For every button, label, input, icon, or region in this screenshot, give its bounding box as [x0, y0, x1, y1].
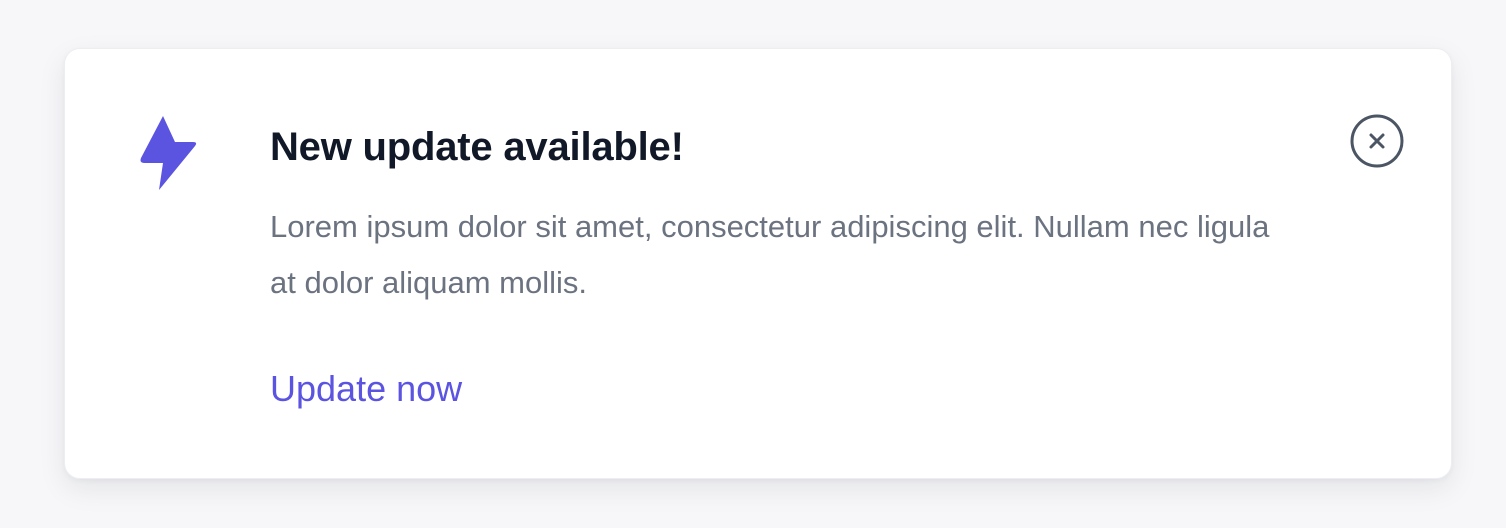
notification-title: New update available!	[270, 125, 684, 169]
notification-message: Lorem ipsum dolor sit amet, consectetur …	[270, 209, 1270, 300]
lightning-bolt-icon	[137, 116, 199, 190]
update-notification-card: New update available! Lorem ipsum dolor …	[64, 48, 1452, 479]
close-button[interactable]	[1349, 113, 1405, 169]
update-now-link[interactable]: Update now	[270, 367, 462, 411]
close-circle-icon	[1349, 113, 1405, 169]
notification-content: New update available! Lorem ipsum dolor …	[270, 121, 1270, 411]
